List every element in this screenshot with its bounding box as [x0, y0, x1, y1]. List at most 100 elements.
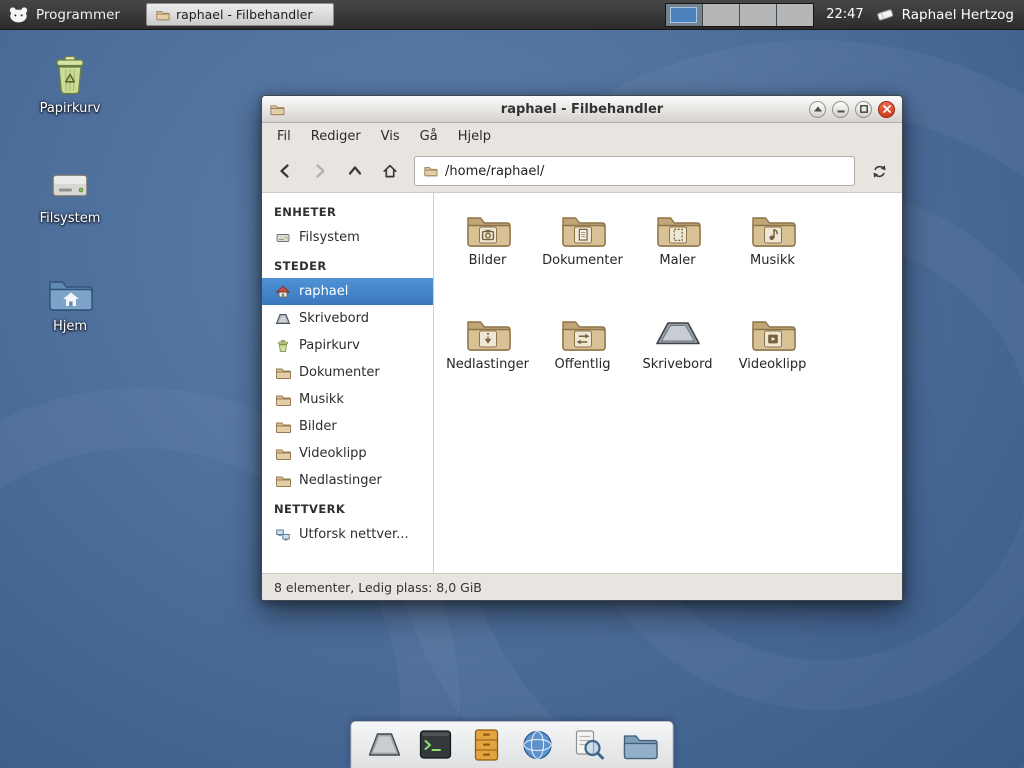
user-icon	[876, 7, 895, 22]
sidebar-item-label: Papirkurv	[299, 338, 360, 353]
sidebar-item-papirkurv[interactable]: Papirkurv	[262, 332, 433, 359]
status-text: 8 elementer, Ledig plass: 8,0 GiB	[274, 580, 482, 595]
window-task-icon	[155, 8, 170, 22]
sidebar-item-label: Skrivebord	[299, 311, 369, 326]
sidebar-item-label: raphael	[299, 284, 348, 299]
trash-icon	[46, 52, 94, 96]
workspace-3-button[interactable]	[739, 4, 776, 26]
sidebar-item-nedlastinger[interactable]: Nedlastinger	[262, 467, 433, 494]
sidebar-section-devices: ENHETER	[262, 197, 433, 224]
file-label: Nedlastinger	[446, 357, 529, 372]
taskbar-window-label: raphael - Filbehandler	[176, 7, 313, 22]
desktop-surface-icon	[654, 313, 702, 353]
shade-button[interactable]	[809, 101, 826, 118]
sidebar-item-dokumenter[interactable]: Dokumenter	[262, 359, 433, 386]
sidebar-item-raphael[interactable]: raphael	[262, 278, 433, 305]
sidebar-item-label: Musikk	[299, 392, 344, 407]
web-browser-launcher[interactable]	[517, 726, 559, 764]
desktop-icon-trash[interactable]: Papirkurv	[20, 52, 120, 116]
minimize-button[interactable]	[832, 101, 849, 118]
sidebar-item-videoklipp[interactable]: Videoklipp	[262, 440, 433, 467]
desktop-icon-small	[275, 311, 291, 327]
sidebar-item-skrivebord[interactable]: Skrivebord	[262, 305, 433, 332]
file-item-nedlastinger[interactable]: Nedlastinger	[440, 311, 535, 405]
file-label: Skrivebord	[642, 357, 712, 372]
desktop-icon-home[interactable]: Hjem	[20, 272, 120, 334]
clock[interactable]: 22:47	[826, 7, 863, 22]
menubar: Fil Rediger Vis Gå Hjelp	[262, 123, 902, 150]
sidebar-item-label: Nedlastinger	[299, 473, 382, 488]
toolbar: /home/raphael/	[262, 150, 902, 193]
folder-icon	[275, 473, 291, 489]
close-button[interactable]	[878, 101, 895, 118]
sidebar-item-network[interactable]: Utforsk nettver...	[262, 521, 433, 548]
sidebar-item-label: Filsystem	[299, 230, 360, 245]
maximize-button[interactable]	[855, 101, 872, 118]
forward-button[interactable]	[304, 156, 336, 186]
applications-menu-button[interactable]: Programmer	[0, 0, 132, 29]
top-panel: Programmer raphael - Filbehandler 22:47	[0, 0, 1024, 30]
application-finder-launcher[interactable]	[568, 726, 610, 764]
folder-video-icon	[749, 313, 797, 353]
file-manager-launcher[interactable]	[466, 726, 508, 764]
file-item-dokumenter[interactable]: Dokumenter	[535, 207, 630, 301]
menu-file[interactable]: Fil	[268, 126, 300, 147]
file-label: Dokumenter	[542, 253, 623, 268]
sidebar-item-label: Bilder	[299, 419, 337, 434]
file-label: Bilder	[469, 253, 507, 268]
back-button[interactable]	[269, 156, 301, 186]
file-label: Offentlig	[555, 357, 611, 372]
menu-help[interactable]: Hjelp	[449, 126, 500, 147]
workspace-2-button[interactable]	[702, 4, 739, 26]
workspace-4-button[interactable]	[776, 4, 813, 26]
window-icon	[269, 102, 285, 117]
network-icon	[275, 527, 291, 543]
directory-menu-button[interactable]	[619, 726, 661, 764]
titlebar[interactable]: raphael - Filbehandler	[262, 96, 902, 123]
panel-right-area: 22:47 Raphael Hertzog	[665, 3, 1024, 27]
folder-icon	[275, 392, 291, 408]
xfce-logo-icon	[8, 6, 29, 23]
file-view[interactable]: Bilder Dokumenter	[434, 193, 902, 573]
folder-document-icon	[559, 209, 607, 249]
file-item-bilder[interactable]: Bilder	[440, 207, 535, 301]
window-title: raphael - Filbehandler	[262, 102, 902, 117]
show-desktop-button[interactable]	[364, 726, 406, 764]
file-item-offentlig[interactable]: Offentlig	[535, 311, 630, 405]
trash-icon-small	[275, 338, 291, 354]
file-item-musikk[interactable]: Musikk	[725, 207, 820, 301]
file-label: Videoklipp	[739, 357, 807, 372]
file-item-maler[interactable]: Maler	[630, 207, 725, 301]
folder-icon	[275, 419, 291, 435]
workspace-window-preview	[670, 7, 697, 23]
desktop: Programmer raphael - Filbehandler 22:47	[0, 0, 1024, 768]
sidebar-item-filesystem[interactable]: Filsystem	[262, 224, 433, 251]
home-folder-icon	[46, 272, 94, 314]
terminal-launcher[interactable]	[415, 726, 457, 764]
path-text: /home/raphael/	[445, 164, 544, 179]
sidebar-item-musikk[interactable]: Musikk	[262, 386, 433, 413]
places-sidebar: ENHETER Filsystem STEDER	[262, 193, 434, 573]
sidebar-item-label: Dokumenter	[299, 365, 380, 380]
sidebar-item-bilder[interactable]: Bilder	[262, 413, 433, 440]
menu-edit[interactable]: Rediger	[302, 126, 370, 147]
desktop-icon-filesystem[interactable]: Filsystem	[20, 162, 120, 226]
file-manager-window: raphael - Filbehandler Fil Rediger Vis	[261, 95, 903, 601]
drive-icon	[46, 162, 94, 206]
refresh-button[interactable]	[863, 156, 895, 186]
sidebar-section-network: NETTVERK	[262, 494, 433, 521]
taskbar-window-button[interactable]: raphael - Filbehandler	[146, 3, 334, 26]
folder-template-icon	[654, 209, 702, 249]
user-menu-button[interactable]: Raphael Hertzog	[876, 7, 1018, 23]
file-label: Maler	[659, 253, 695, 268]
drive-icon	[275, 230, 291, 246]
path-bar[interactable]: /home/raphael/	[414, 156, 855, 186]
up-button[interactable]	[339, 156, 371, 186]
menu-go[interactable]: Gå	[411, 126, 447, 147]
menu-view[interactable]: Vis	[372, 126, 409, 147]
folder-icon	[275, 446, 291, 462]
workspace-1-button[interactable]	[666, 4, 702, 26]
file-item-videoklipp[interactable]: Videoklipp	[725, 311, 820, 405]
home-button[interactable]	[374, 156, 406, 186]
file-item-skrivebord[interactable]: Skrivebord	[630, 311, 725, 405]
